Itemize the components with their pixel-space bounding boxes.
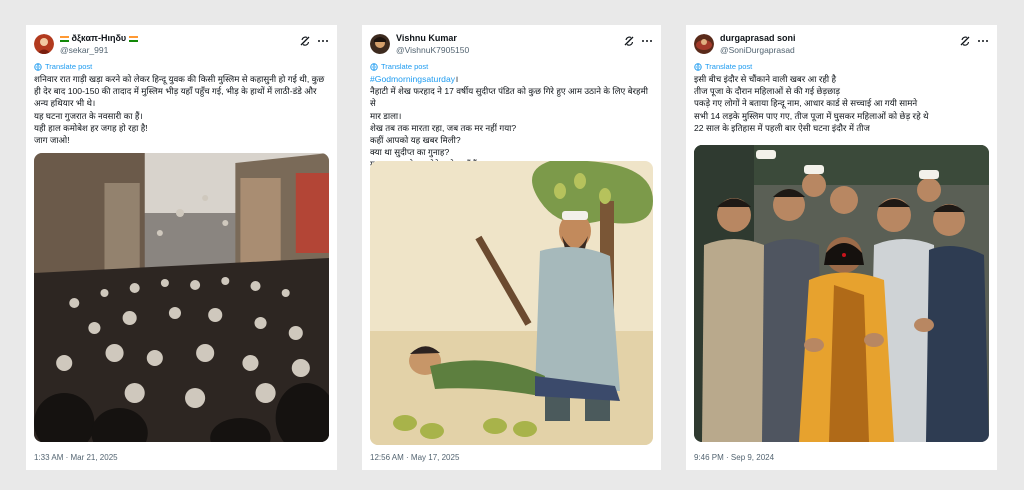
tweet-image[interactable]	[370, 161, 653, 445]
tweet-text: शनिवार रात गाड़ी खड़ा करने को लेकर हिन्द…	[34, 73, 331, 146]
avatar[interactable]	[694, 34, 714, 54]
tweet-card-2: Vishnu Kumar @VishnuK7905150 Translate p…	[362, 25, 661, 470]
translate-post-link[interactable]: Translate post	[370, 62, 428, 71]
tweet-text: #Godmorningsaturday। नैहाटी में शेख फरहा…	[370, 73, 655, 171]
user-handle[interactable]: @sekar_991	[60, 45, 108, 55]
user-handle[interactable]: @SoniDurgaprasad	[720, 45, 795, 55]
india-flag-icon	[128, 35, 138, 42]
tweet-text: इसी बीच इंदौर से चौंकाने वाली खबर आ रही …	[694, 73, 991, 134]
grok-icon[interactable]	[299, 35, 311, 47]
translate-label: Translate post	[45, 62, 93, 71]
tweet-image[interactable]	[34, 153, 329, 442]
translate-post-link[interactable]: Translate post	[34, 62, 92, 71]
tweet-line: नैहाटी में शेख फरहाद ने 17 वर्षीय सुदीप्…	[370, 86, 648, 109]
display-name[interactable]: durgaprasad soni	[720, 33, 796, 43]
tweet-line: कहीं आपको यह खबर मिली?	[370, 135, 461, 146]
india-flag-icon	[60, 35, 69, 42]
tweet-line: 22 साल के इतिहास में पहली बार ऐसी घटना इ…	[694, 122, 870, 133]
tweet-line: पकड़े गए लोगों ने बताया हिन्दू नाम, आधार…	[694, 98, 918, 109]
display-name[interactable]: ðξкαπ-Ηιηδυ	[60, 33, 138, 43]
tweet-line: इसी बीच इंदौर से चौंकाने वाली खबर आ रही …	[694, 74, 837, 84]
display-name-text: ðξкαπ-Ηιηδυ	[71, 33, 127, 43]
timestamp[interactable]: 1:33 AM · Mar 21, 2025	[34, 453, 118, 462]
grok-icon[interactable]	[959, 35, 971, 47]
hashtag-suffix: ।	[455, 74, 459, 84]
tweet-line: मार डाला।	[370, 110, 402, 121]
translate-label: Translate post	[381, 62, 429, 71]
globe-icon	[694, 62, 702, 71]
tweet-line: शनिवार रात गाड़ी खड़ा करने को लेकर हिन्द…	[34, 74, 325, 84]
more-icon[interactable]	[977, 35, 989, 47]
tweet-line: अन्य हथियार भी थे।	[34, 98, 96, 109]
tweet-line: तीज पूजा के दौरान महिलाओं से की गई छेड़छ…	[694, 86, 840, 97]
display-name[interactable]: Vishnu Kumar	[396, 33, 457, 43]
timestamp[interactable]: 12:56 AM · May 17, 2025	[370, 453, 459, 462]
tweet-line: #Godmorningsaturday।	[370, 73, 655, 85]
tweet-line: सभी 14 लड़के मुस्लिम पाए गए, तीज पूजा मे…	[694, 110, 929, 121]
tweet-line: यही हाल कमोबेश हर जगह हो रहा है!	[34, 122, 148, 133]
tweet-header: Vishnu Kumar @VishnuK7905150	[370, 31, 653, 59]
hashtag-link[interactable]: #Godmorningsaturday	[370, 74, 455, 84]
avatar[interactable]	[34, 34, 54, 54]
tweet-header: ðξкαπ-Ηιηδυ @sekar_991	[34, 31, 329, 59]
translate-label: Translate post	[705, 62, 753, 71]
tweet-header: durgaprasad soni @SoniDurgaprasad	[694, 31, 989, 59]
translate-post-link[interactable]: Translate post	[694, 62, 752, 71]
tweet-line: जाग जाओ!	[34, 135, 70, 146]
tweet-card-3: durgaprasad soni @SoniDurgaprasad Transl…	[686, 25, 997, 470]
tweet-line: शेख तब तक मारता रहा, जब तक मर नहीं गया?	[370, 122, 517, 133]
tweet-line: क्या था सुदीप्त का गुनाह?	[370, 147, 450, 158]
timestamp[interactable]: 9:46 PM · Sep 9, 2024	[694, 453, 774, 462]
more-icon[interactable]	[317, 35, 329, 47]
globe-icon	[370, 62, 378, 71]
tweet-line: ही देर बाद 100-150 की तादाद में मुस्लिम …	[34, 86, 317, 97]
grok-icon[interactable]	[623, 35, 635, 47]
tweet-card-1: ðξкαπ-Ηιηδυ @sekar_991 Translate post शन…	[26, 25, 337, 470]
tweet-line: यह घटना गुजरात के नवसारी का हैं।	[34, 110, 143, 121]
avatar[interactable]	[370, 34, 390, 54]
globe-icon	[34, 62, 42, 71]
user-handle[interactable]: @VishnuK7905150	[396, 45, 469, 55]
more-icon[interactable]	[641, 35, 653, 47]
tweet-image[interactable]	[694, 145, 989, 442]
